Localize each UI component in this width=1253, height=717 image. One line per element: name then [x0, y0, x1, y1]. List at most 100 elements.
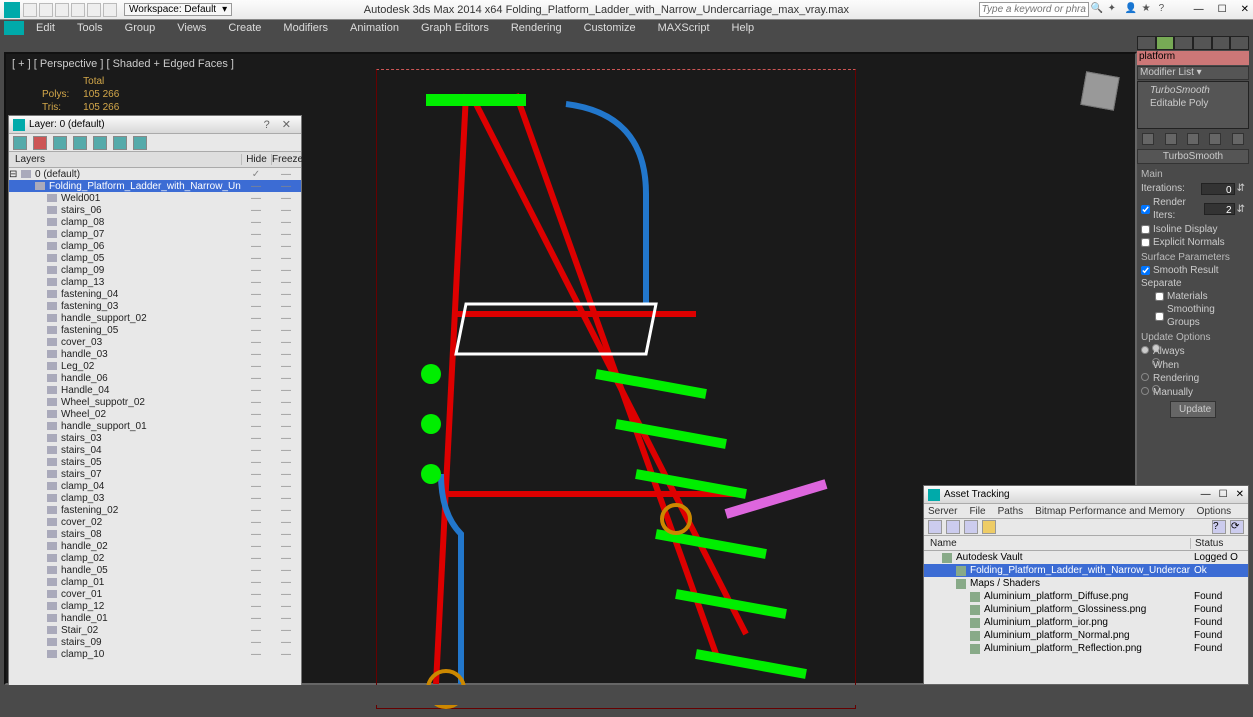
layer-freeze-icon[interactable]: [133, 136, 147, 150]
minimize-icon[interactable]: —: [1194, 4, 1204, 15]
layer-row[interactable]: handle_01——: [9, 612, 301, 624]
layer-row[interactable]: stairs_05——: [9, 456, 301, 468]
close-icon[interactable]: ✕: [1241, 4, 1249, 15]
layer-close-icon[interactable]: ✕: [282, 118, 291, 131]
new-icon[interactable]: [23, 3, 37, 17]
layer-title-bar[interactable]: Layer: 0 (default) ? ✕: [9, 116, 301, 134]
materials-check[interactable]: Materials: [1141, 290, 1245, 303]
tab-motion-icon[interactable]: [1193, 36, 1212, 50]
layer-highlight-icon[interactable]: [93, 136, 107, 150]
layer-row[interactable]: fastening_05——: [9, 324, 301, 336]
smooth-result-check[interactable]: Smooth Result: [1141, 264, 1245, 277]
asset-view3-icon[interactable]: [982, 520, 996, 534]
unique-icon[interactable]: [1187, 133, 1199, 145]
save-icon[interactable]: [55, 3, 69, 17]
rollout-turbosmooth[interactable]: TurboSmooth: [1137, 149, 1249, 164]
spinner-icon[interactable]: ⇵: [1237, 182, 1245, 195]
layer-row[interactable]: clamp_05——: [9, 252, 301, 264]
asset-help-icon[interactable]: ?: [1212, 520, 1226, 534]
layer-help-icon[interactable]: ?: [264, 119, 270, 131]
menu-rendering[interactable]: Rendering: [501, 21, 572, 35]
asset-menu-options[interactable]: Options: [1197, 506, 1231, 517]
object-name-field[interactable]: platform: [1137, 51, 1249, 65]
configure-icon[interactable]: [1232, 133, 1244, 145]
layer-row[interactable]: handle_03——: [9, 348, 301, 360]
signin-icon[interactable]: 👤: [1125, 3, 1138, 16]
app-menu-icon[interactable]: [4, 21, 24, 35]
viewcube-icon[interactable]: [1080, 71, 1119, 110]
remove-icon[interactable]: [1209, 133, 1221, 145]
radio-manually[interactable]: Manually: [1141, 385, 1245, 399]
asset-row[interactable]: Aluminium_platform_Reflection.pngFound: [924, 642, 1248, 655]
layer-row[interactable]: clamp_08——: [9, 216, 301, 228]
stack-turbosmooth[interactable]: TurboSmooth: [1140, 84, 1246, 97]
menu-edit[interactable]: Edit: [26, 21, 65, 35]
link-icon[interactable]: [103, 3, 117, 17]
layer-row[interactable]: handle_05——: [9, 564, 301, 576]
layer-row[interactable]: clamp_13——: [9, 276, 301, 288]
radio-when-rendering[interactable]: When Rendering: [1141, 358, 1245, 385]
favorite-icon[interactable]: ★: [1142, 3, 1155, 16]
layer-row[interactable]: clamp_09——: [9, 264, 301, 276]
layer-row[interactable]: Wheel_suppotr_02——: [9, 396, 301, 408]
menu-create[interactable]: Create: [218, 21, 271, 35]
layer-row[interactable]: ⊟ 0 (default) ✓—: [9, 168, 301, 180]
menu-animation[interactable]: Animation: [340, 21, 409, 35]
explicit-check[interactable]: Explicit Normals: [1141, 236, 1245, 249]
asset-row[interactable]: Aluminium_platform_Glossiness.pngFound: [924, 603, 1248, 616]
isoline-check[interactable]: Isoline Display: [1141, 223, 1245, 236]
help-icon[interactable]: ?: [1159, 3, 1172, 16]
layer-row[interactable]: handle_06——: [9, 372, 301, 384]
layer-row[interactable]: handle_support_01——: [9, 420, 301, 432]
workspace-selector[interactable]: Workspace: Default ▾: [124, 3, 232, 16]
menu-tools[interactable]: Tools: [67, 21, 113, 35]
radio-always[interactable]: Always: [1141, 344, 1245, 358]
asset-reload-icon[interactable]: ⟳: [1230, 520, 1244, 534]
iterations-field[interactable]: 0: [1201, 183, 1235, 195]
layer-row[interactable]: handle_support_02——: [9, 312, 301, 324]
menu-help[interactable]: Help: [722, 21, 765, 35]
asset-menu-paths[interactable]: Paths: [998, 506, 1024, 517]
asset-refresh-icon[interactable]: [928, 520, 942, 534]
tab-create-icon[interactable]: [1137, 36, 1156, 50]
tab-display-icon[interactable]: [1212, 36, 1231, 50]
asset-row[interactable]: Aluminium_platform_Normal.pngFound: [924, 629, 1248, 642]
layer-row[interactable]: stairs_09——: [9, 636, 301, 648]
layer-row[interactable]: Leg_02——: [9, 360, 301, 372]
layer-row[interactable]: cover_01——: [9, 588, 301, 600]
menu-grapheditors[interactable]: Graph Editors: [411, 21, 499, 35]
menu-maxscript[interactable]: MAXScript: [648, 21, 720, 35]
layer-row[interactable]: stairs_06——: [9, 204, 301, 216]
modifier-stack[interactable]: TurboSmooth Editable Poly: [1137, 81, 1249, 129]
smoothing-groups-check[interactable]: Smoothing Groups: [1141, 303, 1245, 329]
asset-view1-icon[interactable]: [946, 520, 960, 534]
asset-menu-file[interactable]: File: [969, 506, 985, 517]
layer-delete-icon[interactable]: [33, 136, 47, 150]
layer-row[interactable]: Wheel_02——: [9, 408, 301, 420]
layer-row[interactable]: handle_02——: [9, 540, 301, 552]
asset-row[interactable]: Folding_Platform_Ladder_with_Narrow_Unde…: [924, 564, 1248, 577]
maximize-icon[interactable]: ☐: [1218, 4, 1227, 15]
asset-menu-server[interactable]: Server: [928, 506, 957, 517]
stack-editpoly[interactable]: Editable Poly: [1140, 97, 1246, 110]
update-button[interactable]: Update: [1170, 401, 1216, 418]
layer-row[interactable]: stairs_03——: [9, 432, 301, 444]
layer-new-icon[interactable]: [13, 136, 27, 150]
layer-row[interactable]: Weld001——: [9, 192, 301, 204]
spinner-icon[interactable]: ⇵: [1237, 203, 1245, 216]
layer-list[interactable]: ⊟ 0 (default) ✓— Folding_Platform_Ladder…: [9, 168, 301, 690]
asset-close-icon[interactable]: ✕: [1236, 489, 1244, 500]
layer-row[interactable]: clamp_02——: [9, 552, 301, 564]
menu-customize[interactable]: Customize: [574, 21, 646, 35]
help-search-icon[interactable]: 🔍: [1091, 3, 1104, 16]
viewport-label[interactable]: [ + ] [ Perspective ] [ Shaded + Edged F…: [12, 58, 234, 70]
exchange-icon[interactable]: ✦: [1108, 3, 1121, 16]
layer-select-icon[interactable]: [73, 136, 87, 150]
asset-view2-icon[interactable]: [964, 520, 978, 534]
modifier-list[interactable]: Modifier List ▾: [1137, 66, 1249, 80]
render-iters-field[interactable]: 2: [1204, 203, 1235, 215]
layer-row[interactable]: stairs_07——: [9, 468, 301, 480]
layer-row[interactable]: clamp_06——: [9, 240, 301, 252]
undo-icon[interactable]: [71, 3, 85, 17]
layer-row-selected[interactable]: Folding_Platform_Ladder_with_Narrow_Unde…: [9, 180, 301, 192]
